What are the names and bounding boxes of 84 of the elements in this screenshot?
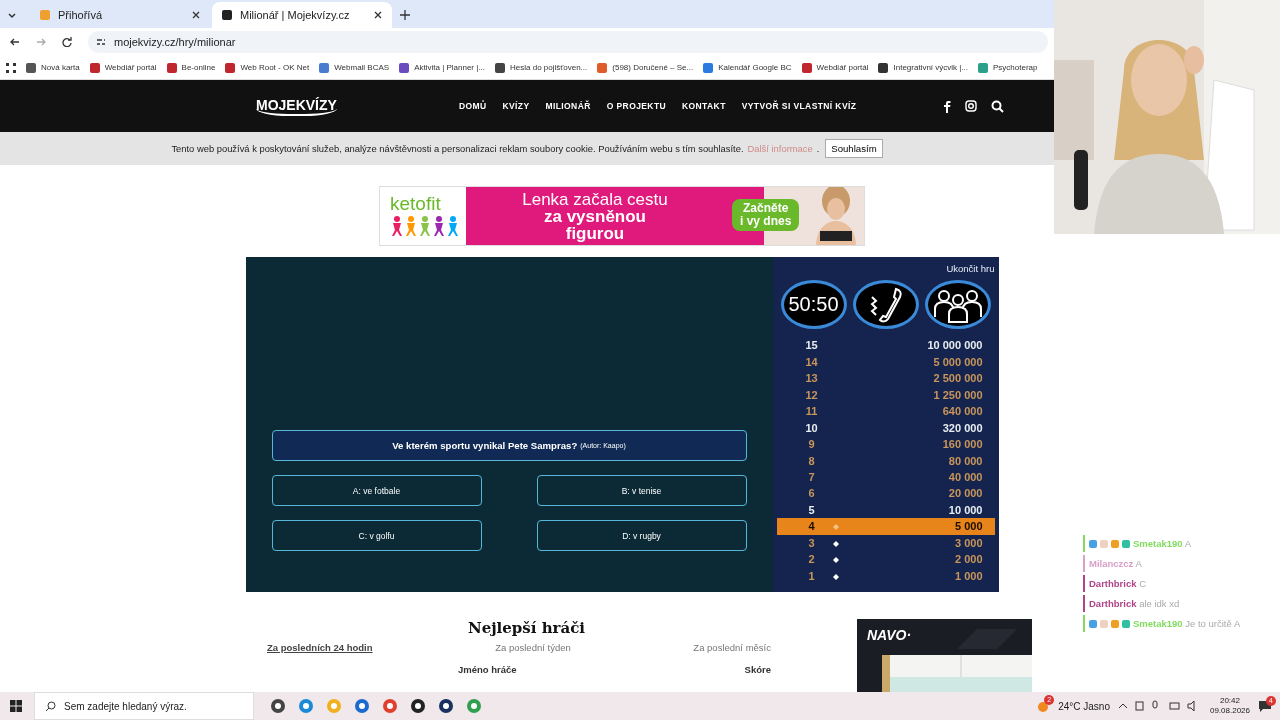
bookmark[interactable]: Webdiář portál: [89, 62, 157, 73]
prize-row-text: 15 10 000 000: [804, 338, 984, 354]
prize-row-text: 12 1 250 000: [804, 387, 984, 403]
answer-button[interactable]: A: ve fotbale: [271, 475, 482, 506]
period-tab[interactable]: Za posledních 24 hodin: [267, 642, 373, 653]
chat-text: Smetak190 A: [1133, 538, 1192, 549]
app-icon[interactable]: [270, 698, 286, 714]
browser-tab[interactable]: Přihořívá: [30, 2, 210, 28]
cookie-notice: .: [816, 143, 820, 154]
prize-row-text: 8 80 000: [807, 453, 984, 469]
bookmark[interactable]: Integrativní výcvik |...: [878, 62, 969, 73]
column-header: Jméno hráče: [458, 664, 517, 675]
prize-row-text: 3 3 000: [807, 535, 984, 551]
back-icon[interactable]: [10, 37, 20, 47]
prize-row-text: 7 40 000: [807, 470, 984, 485]
app-icon[interactable]: [438, 698, 454, 714]
new-tab-icon[interactable]: [400, 10, 410, 20]
bookmark[interactable]: Hesla do pojišťoven...: [495, 62, 588, 73]
ad-headline: Lenka začala cestu: [522, 190, 668, 208]
chat-text: Darthbrick C: [1089, 578, 1147, 589]
ad-headline: figurou: [565, 224, 625, 242]
quit-game-link[interactable]: Ukončit hru: [946, 263, 995, 274]
search-icon: [45, 700, 56, 712]
period-tab[interactable]: Za poslední měsíc: [693, 642, 771, 653]
bookmark[interactable]: (598) Doručené – Se...: [597, 62, 694, 73]
weather-text[interactable]: 24°C Jasno: [1058, 700, 1110, 712]
prize-row-text: 10 320 000: [804, 420, 984, 436]
ad-banner[interactable]: ketofit Lenka začala cestu za vysněnou figurou Začněte i vy dnes: [379, 186, 865, 246]
site-logo[interactable]: MOJEKVÍZY: [256, 96, 337, 116]
clock[interactable]: 20:42 09.08.2026: [1209, 696, 1250, 716]
close-icon[interactable]: [374, 11, 382, 19]
bookmark[interactable]: Webdiář portál: [801, 62, 869, 73]
answer-button[interactable]: D: v rugby: [536, 520, 747, 551]
ad-headline: za vysněnou: [543, 207, 646, 225]
weather-icon[interactable]: [1036, 699, 1051, 713]
agree-button[interactable]: Souhlasím: [825, 139, 883, 158]
bookmark[interactable]: Kalendář Google BC: [703, 62, 792, 73]
dancers-icon: [390, 215, 460, 237]
prize-row-text: 1 1 000: [807, 568, 984, 584]
period-tab[interactable]: Za poslední týden: [495, 642, 571, 653]
prize-row-text: 2 2 000: [807, 552, 984, 568]
nav-link[interactable]: MILIONÁŘ: [545, 101, 591, 111]
instagram-icon[interactable]: [965, 100, 977, 112]
app-icon[interactable]: [410, 698, 426, 714]
nav-link[interactable]: VYTVOŘ SI VLASTNÍ KVÍZ: [741, 101, 857, 111]
apps-icon[interactable]: [6, 62, 16, 73]
lifeline-button[interactable]: 50:50: [780, 280, 847, 329]
column-header: Skóre: [744, 664, 771, 675]
close-icon[interactable]: [192, 11, 200, 19]
prize-row-text: 11 640 000: [804, 404, 984, 420]
chat-text: Darthbrick ale idk xd: [1089, 598, 1180, 609]
bookmark[interactable]: Be-online: [166, 62, 216, 73]
answer-button[interactable]: C: v golfu: [271, 520, 482, 551]
prize-row-text: 6 20 000: [807, 486, 984, 502]
bookmark[interactable]: Web Root - OK Net: [225, 62, 310, 73]
bookmark[interactable]: Nová karta: [26, 62, 80, 73]
url-text: mojekvizy.cz/hry/milionar: [114, 36, 236, 48]
bookmark[interactable]: Psychoterap: [978, 62, 1038, 73]
ad-brand: NAVO·: [867, 627, 912, 643]
windows-icon[interactable]: [10, 700, 22, 712]
search-icon[interactable]: [991, 99, 1004, 113]
facebook-icon[interactable]: [943, 99, 951, 113]
bookmark[interactable]: Webmail BCAS: [319, 62, 390, 73]
bookmark[interactable]: Aktivita | Planner |...: [399, 62, 485, 73]
browser-tab[interactable]: Milionář | Mojekvízy.cz: [212, 2, 392, 28]
ad-brand: ketofit: [390, 193, 442, 215]
cookie-notice: Tento web používá k poskytování služeb, analýze návštěvnosti a personalizaci reklam soubory cookie. Používáním webu s tím souhlasíte.: [171, 143, 744, 154]
chat-text: Milanczcz A: [1089, 558, 1142, 569]
reload-icon[interactable]: [62, 37, 72, 47]
nav-link[interactable]: KVÍZY: [502, 101, 530, 111]
prize-row-text: 13 2 500 000: [804, 371, 984, 387]
address-bar[interactable]: mojekvizy.cz/hry/milionar: [88, 31, 1048, 53]
site-settings-icon[interactable]: [96, 37, 106, 47]
taskbar-search-field[interactable]: Sem zadejte hledaný výraz.: [34, 692, 254, 720]
section-title: Nejlepší hráči: [467, 619, 586, 637]
prize-row-text: 14 5 000 000: [804, 354, 984, 370]
nav-link[interactable]: KONTAKT: [682, 101, 726, 111]
current-prize-row: 4 5 000: [776, 518, 995, 535]
nav-link[interactable]: O PROJEKTU: [606, 101, 666, 111]
prize-row-text: 5 10 000: [807, 502, 984, 518]
prize-row-text: 9 160 000: [807, 437, 984, 453]
nav-link[interactable]: DOMŮ: [458, 101, 487, 111]
answer-button[interactable]: B: v tenise: [536, 475, 747, 506]
chat-text: Smetak190 Je to určitě A: [1133, 618, 1241, 629]
